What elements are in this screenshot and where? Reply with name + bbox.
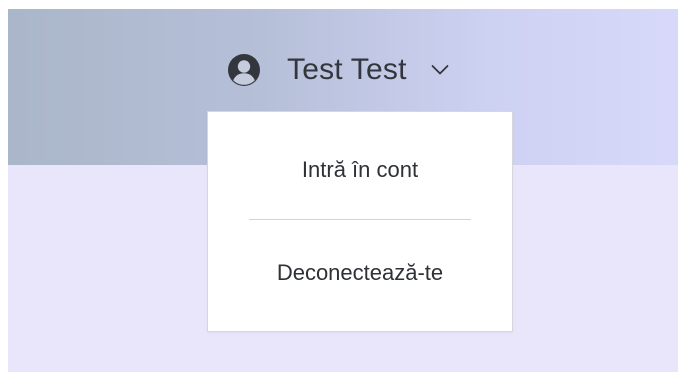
- logout-menu-item[interactable]: Deconectează-te: [208, 260, 512, 286]
- chevron-down-icon: [431, 65, 449, 75]
- user-name: Test Test: [287, 53, 407, 86]
- user-dropdown-menu: Intră în cont Deconectează-te: [207, 111, 513, 332]
- menu-divider: [249, 219, 471, 220]
- app-frame: Test Test Intră în cont Deconectează-te: [8, 9, 678, 372]
- login-menu-item[interactable]: Intră în cont: [208, 157, 512, 183]
- user-circle-icon: [228, 54, 260, 86]
- user-menu-button[interactable]: Test Test: [228, 50, 449, 90]
